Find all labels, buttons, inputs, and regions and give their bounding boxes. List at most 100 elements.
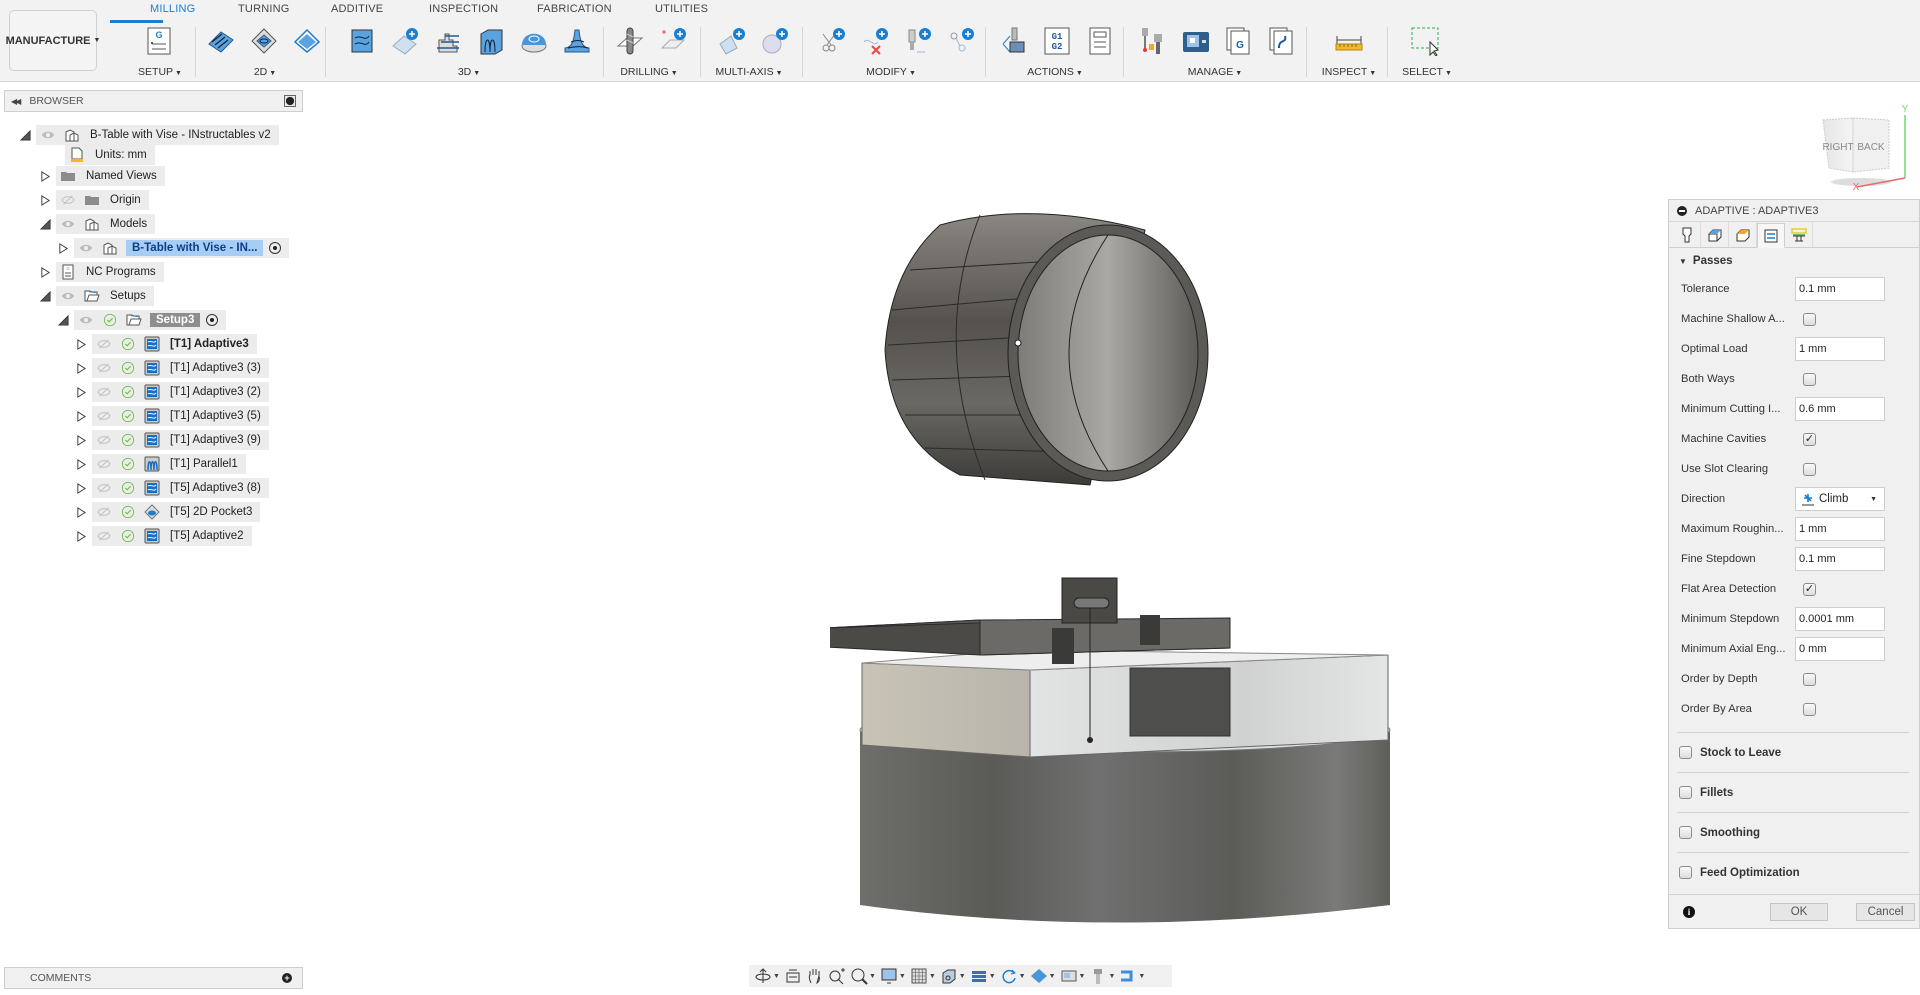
slot-clearing-checkbox[interactable] [1803, 462, 1816, 476]
tree-item-origin[interactable]: Origin [38, 190, 149, 210]
tab-milling[interactable]: MILLING [150, 3, 195, 15]
tree-item-t1-adaptive3-2[interactable]: [T1] Adaptive3 (2) [74, 382, 269, 402]
new-setup-icon[interactable]: G [144, 26, 174, 56]
tree-item-units-mm[interactable]: Units: mm [47, 145, 155, 165]
3d-parallel-icon[interactable] [476, 26, 506, 56]
tree-item-t1-adaptive3-3[interactable]: [T1] Adaptive3 (3) [74, 358, 269, 378]
visibility-eye-icon[interactable] [39, 126, 57, 144]
tree-item-setup3[interactable]: Setup3 [56, 310, 227, 330]
actions-group-menu[interactable]: ACTIONS ▼ [1027, 66, 1083, 78]
hole-recognition-plugin-icon[interactable] [658, 26, 688, 56]
tree-item-body[interactable]: [T5] Adaptive2 [92, 526, 252, 546]
cancel-button[interactable]: Cancel [1856, 902, 1915, 921]
tree-item-body[interactable]: Named Views [56, 166, 165, 186]
min-cutting-input[interactable] [1795, 397, 1885, 421]
ok-button[interactable]: OK [1770, 902, 1828, 921]
select-window-icon[interactable] [1410, 26, 1440, 56]
face-icon[interactable] [292, 26, 322, 56]
expand-triangle-icon[interactable] [74, 505, 88, 519]
extend-tool-plugin-icon[interactable] [903, 26, 933, 56]
flat-area-checkbox[interactable]: ✓ [1803, 582, 1816, 596]
hidden-eye-icon[interactable] [95, 503, 113, 521]
machine-library-icon[interactable] [1181, 26, 1211, 56]
both-ways-checkbox[interactable] [1803, 372, 1816, 386]
tab-utilities[interactable]: UTILITIES [655, 3, 708, 15]
pan-button[interactable] [805, 966, 825, 986]
tab-turning[interactable]: TURNING [238, 3, 290, 15]
tree-item-nc-programs[interactable]: G NC Programs [38, 262, 164, 282]
post-process-icon[interactable]: G1 G2 [1042, 26, 1072, 56]
multi-axis-group-menu[interactable]: MULTI-AXIS ▼ [715, 66, 782, 78]
collapse-triangle-icon[interactable] [56, 313, 70, 327]
measure-icon[interactable] [1334, 26, 1364, 56]
3d-model-viewport[interactable] [824, 200, 1450, 940]
order-area-checkbox[interactable] [1803, 702, 1816, 716]
hidden-eye-icon[interactable] [95, 479, 113, 497]
order-depth-checkbox[interactable] [1803, 672, 1816, 686]
expand-triangle-icon[interactable] [38, 169, 52, 183]
toolpath-display-button[interactable]: ▼ [1118, 966, 1146, 986]
tab-linking[interactable] [1785, 222, 1813, 247]
tab-geometry[interactable] [1701, 222, 1729, 247]
minimize-panel-icon[interactable] [1677, 205, 1687, 216]
visibility-eye-icon[interactable] [77, 239, 95, 257]
inspect-group-menu[interactable]: INSPECT ▼ [1322, 66, 1376, 78]
tree-item-body[interactable]: Setup3 [74, 310, 227, 330]
expand-triangle-icon[interactable] [74, 457, 88, 471]
tree-item-body[interactable]: G NC Programs [56, 262, 164, 282]
refresh-button[interactable]: ▼ [999, 966, 1027, 986]
3d-steep-shallow-icon[interactable] [562, 26, 592, 56]
simulate-icon[interactable] [1000, 26, 1030, 56]
machine-cavities-checkbox[interactable]: ✓ [1803, 432, 1816, 446]
orbit-button[interactable]: ▼ [753, 966, 781, 986]
hidden-eye-icon[interactable] [95, 527, 113, 545]
tab-tool[interactable] [1673, 222, 1701, 247]
modify-group-menu[interactable]: MODIFY ▼ [866, 66, 916, 78]
2d-adaptive-icon[interactable] [206, 26, 236, 56]
tree-item-b-table-with-vise-instructables-v2[interactable]: B-Table with Vise - INstructables v2 [18, 125, 279, 145]
zoom-button[interactable] [827, 966, 847, 986]
hidden-eye-icon[interactable] [95, 455, 113, 473]
tree-item-named-views[interactable]: Named Views [38, 166, 165, 186]
manage-group-menu[interactable]: MANAGE ▼ [1188, 66, 1242, 78]
expand-triangle-icon[interactable] [38, 265, 52, 279]
tree-item-t5-2d-pocket3[interactable]: [T5] 2D Pocket3 [74, 502, 261, 522]
tab-passes[interactable] [1757, 223, 1785, 248]
min-axial-input[interactable] [1795, 637, 1885, 661]
browser-pin-icon[interactable] [284, 95, 296, 107]
setup-sheet-icon[interactable] [1085, 26, 1115, 56]
expand-triangle-icon[interactable] [74, 361, 88, 375]
feed-optimization-checkbox[interactable] [1679, 866, 1692, 879]
visibility-eye-icon[interactable] [77, 311, 95, 329]
multiaxis-contour-plugin-icon[interactable] [760, 26, 790, 56]
tree-item-body[interactable]: Units: mm [65, 145, 155, 165]
tree-item-body[interactable]: [T5] 2D Pocket3 [92, 502, 261, 522]
3d-adaptive-icon[interactable] [347, 26, 377, 56]
min-stepdown-input[interactable] [1795, 607, 1885, 631]
tree-item-t1-parallel1[interactable]: [T1] Parallel1 [74, 454, 246, 474]
activate-radio-icon[interactable] [269, 242, 282, 254]
tree-item-body[interactable]: [T1] Adaptive3 (5) [92, 406, 269, 426]
tree-item-body[interactable]: [T1] Adaptive3 (2) [92, 382, 269, 402]
passes-section-toggle[interactable]: ▼ Passes [1669, 248, 1919, 274]
tree-item-models[interactable]: Models [38, 214, 156, 234]
tree-item-body[interactable]: [T1] Adaptive3 [92, 334, 257, 354]
expand-triangle-icon[interactable] [74, 433, 88, 447]
hidden-eye-icon[interactable] [95, 407, 113, 425]
tab-fabrication[interactable]: FABRICATION [537, 3, 612, 15]
swarf-plugin-icon[interactable] [717, 26, 747, 56]
3d-group-menu[interactable]: 3D ▼ [458, 66, 480, 78]
max-roughing-input[interactable] [1795, 517, 1885, 541]
setup-group-menu[interactable]: SETUP ▼ [138, 66, 182, 78]
collapse-triangle-icon[interactable] [38, 217, 52, 231]
fillets-checkbox[interactable] [1679, 786, 1692, 799]
tree-item-t1-adaptive3-9[interactable]: [T1] Adaptive3 (9) [74, 430, 269, 450]
hidden-eye-icon[interactable] [95, 359, 113, 377]
hidden-eye-icon[interactable] [95, 335, 113, 353]
collapse-triangle-icon[interactable] [38, 289, 52, 303]
2d-group-menu[interactable]: 2D ▼ [254, 66, 276, 78]
tree-item-body[interactable]: Origin [56, 190, 149, 210]
hidden-eye-icon[interactable] [59, 191, 77, 209]
tree-item-body[interactable]: Models [56, 214, 156, 234]
fit-button[interactable]: ▼ [849, 966, 877, 986]
